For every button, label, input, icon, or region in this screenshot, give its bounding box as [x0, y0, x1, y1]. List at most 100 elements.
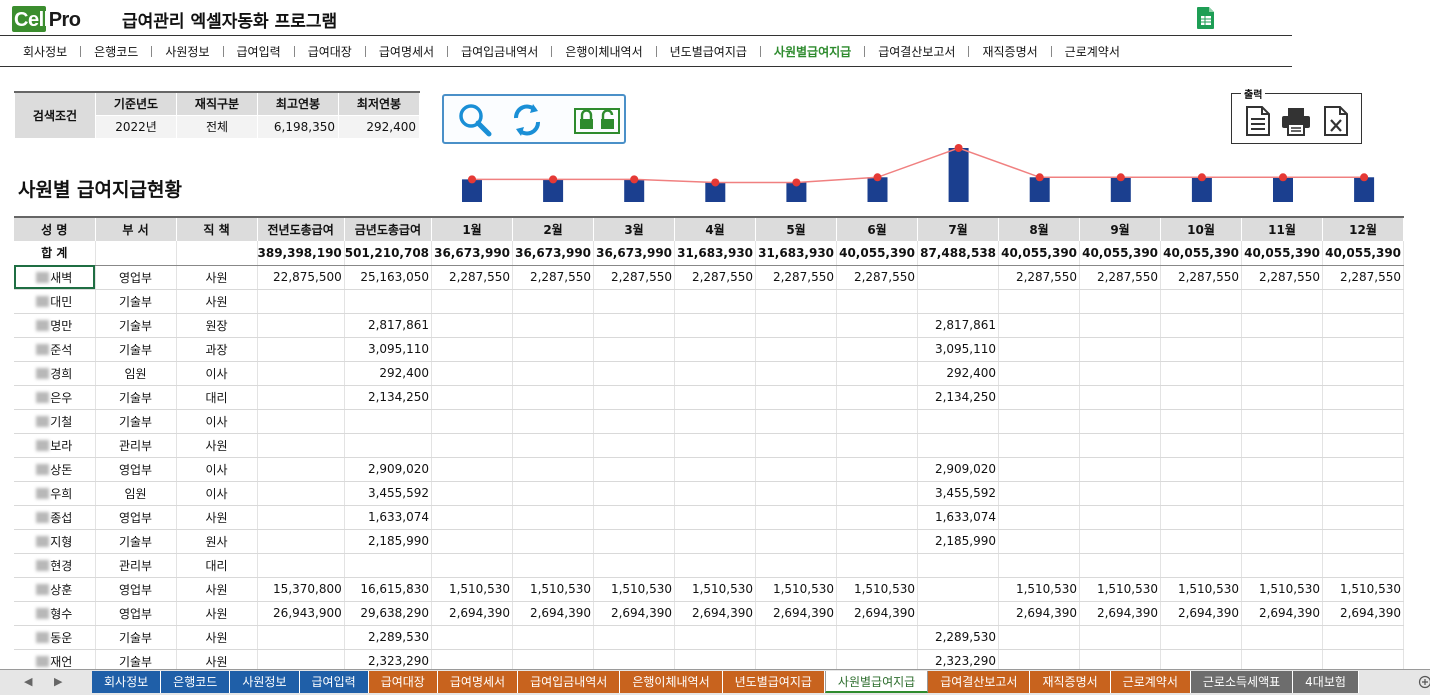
employee-name-cell[interactable]: 상훈	[14, 577, 96, 602]
month-3-cell[interactable]	[593, 481, 676, 506]
employee-cur-total-cell[interactable]: 3,455,592	[344, 481, 433, 506]
month-3-cell[interactable]	[593, 289, 676, 314]
employee-prev-total-cell[interactable]	[257, 361, 345, 386]
month-8-cell[interactable]	[998, 433, 1081, 458]
month-9-cell[interactable]	[1079, 481, 1162, 506]
employee-cur-total-cell[interactable]: 292,400	[344, 361, 433, 386]
employee-cur-total-cell[interactable]: 16,615,830	[344, 577, 433, 602]
month-2-cell[interactable]	[512, 409, 595, 434]
employee-title-cell[interactable]: 대리	[176, 385, 258, 410]
employee-cur-total-cell[interactable]: 2,289,530	[344, 625, 433, 650]
month-1-cell[interactable]	[431, 505, 514, 530]
month-5-cell[interactable]	[755, 361, 838, 386]
month-11-cell[interactable]	[1241, 481, 1324, 506]
month-12-cell[interactable]: 2,287,550	[1322, 265, 1405, 290]
employee-title-cell[interactable]: 사원	[176, 289, 258, 314]
employee-dept-cell[interactable]: 영업부	[95, 601, 177, 626]
month-4-cell[interactable]	[674, 529, 757, 554]
month-2-cell[interactable]	[512, 337, 595, 362]
month-3-cell[interactable]	[593, 385, 676, 410]
month-1-cell[interactable]	[431, 361, 514, 386]
month-9-cell[interactable]	[1079, 553, 1162, 578]
sheet-tab-12[interactable]: 근로계약서	[1110, 671, 1191, 693]
menu-item-4[interactable]: 급여대장	[295, 43, 365, 60]
month-4-cell[interactable]	[674, 481, 757, 506]
tab-next-icon[interactable]: ▶	[54, 675, 62, 688]
employee-prev-total-cell[interactable]	[257, 289, 345, 314]
month-12-cell[interactable]	[1322, 553, 1405, 578]
month-10-cell[interactable]	[1160, 553, 1243, 578]
month-4-cell[interactable]	[674, 409, 757, 434]
employee-name-cell[interactable]: 명만	[14, 313, 96, 338]
month-11-cell[interactable]	[1241, 625, 1324, 650]
month-11-cell[interactable]	[1241, 289, 1324, 314]
month-4-cell[interactable]	[674, 457, 757, 482]
month-7-cell[interactable]	[917, 265, 1000, 290]
month-7-cell[interactable]: 2,817,861	[917, 313, 1000, 338]
employee-cur-total-cell[interactable]: 2,185,990	[344, 529, 433, 554]
month-9-cell[interactable]	[1079, 409, 1162, 434]
month-3-cell[interactable]	[593, 409, 676, 434]
employee-name-cell[interactable]: 상돈	[14, 457, 96, 482]
month-11-cell[interactable]	[1241, 385, 1324, 410]
employee-dept-cell[interactable]: 임원	[95, 361, 177, 386]
month-11-cell[interactable]	[1241, 433, 1324, 458]
month-10-cell[interactable]	[1160, 433, 1243, 458]
month-2-cell[interactable]	[512, 313, 595, 338]
month-6-cell[interactable]	[836, 529, 919, 554]
employee-prev-total-cell[interactable]	[257, 385, 345, 410]
employee-dept-cell[interactable]: 관리부	[95, 553, 177, 578]
employee-name-cell[interactable]: 동운	[14, 625, 96, 650]
employee-name-cell[interactable]: 경희	[14, 361, 96, 386]
month-8-cell[interactable]	[998, 337, 1081, 362]
month-9-cell[interactable]: 1,510,530	[1079, 577, 1162, 602]
menu-item-3[interactable]: 급여입력	[224, 43, 294, 60]
month-12-cell[interactable]	[1322, 505, 1405, 530]
employee-name-cell[interactable]: 지형	[14, 529, 96, 554]
month-1-cell[interactable]	[431, 529, 514, 554]
menu-item-0[interactable]: 회사정보	[10, 43, 80, 60]
month-8-cell[interactable]	[998, 361, 1081, 386]
month-12-cell[interactable]	[1322, 337, 1405, 362]
month-8-cell[interactable]: 1,510,530	[998, 577, 1081, 602]
month-7-cell[interactable]: 1,633,074	[917, 505, 1000, 530]
employee-title-cell[interactable]: 사원	[176, 433, 258, 458]
employee-dept-cell[interactable]: 영업부	[95, 457, 177, 482]
month-7-cell[interactable]: 2,185,990	[917, 529, 1000, 554]
month-6-cell[interactable]	[836, 481, 919, 506]
month-8-cell[interactable]	[998, 457, 1081, 482]
month-4-cell[interactable]	[674, 361, 757, 386]
month-6-cell[interactable]: 2,694,390	[836, 601, 919, 626]
month-9-cell[interactable]	[1079, 313, 1162, 338]
month-12-cell[interactable]	[1322, 409, 1405, 434]
month-10-cell[interactable]	[1160, 313, 1243, 338]
month-11-cell[interactable]	[1241, 361, 1324, 386]
month-12-cell[interactable]	[1322, 433, 1405, 458]
month-4-cell[interactable]	[674, 289, 757, 314]
month-6-cell[interactable]	[836, 409, 919, 434]
month-8-cell[interactable]	[998, 529, 1081, 554]
lock-unlock-icon[interactable]	[574, 102, 620, 138]
month-7-cell[interactable]: 2,134,250	[917, 385, 1000, 410]
employee-name-cell[interactable]: 현경	[14, 553, 96, 578]
month-5-cell[interactable]	[755, 337, 838, 362]
sheet-tab-14[interactable]: 4대보험	[1293, 671, 1359, 693]
employee-dept-cell[interactable]: 영업부	[95, 577, 177, 602]
month-5-cell[interactable]	[755, 625, 838, 650]
month-1-cell[interactable]	[431, 481, 514, 506]
month-10-cell[interactable]	[1160, 409, 1243, 434]
employee-title-cell[interactable]: 사원	[176, 577, 258, 602]
employee-title-cell[interactable]: 과장	[176, 337, 258, 362]
month-12-cell[interactable]	[1322, 385, 1405, 410]
month-6-cell[interactable]	[836, 385, 919, 410]
menu-item-6[interactable]: 급여입금내역서	[448, 43, 551, 60]
menu-item-10[interactable]: 급여결산보고서	[865, 43, 968, 60]
employee-cur-total-cell[interactable]	[344, 289, 433, 314]
month-11-cell[interactable]	[1241, 313, 1324, 338]
menu-item-9[interactable]: 사원별급여지급	[761, 43, 864, 60]
employee-dept-cell[interactable]: 영업부	[95, 265, 177, 290]
month-10-cell[interactable]	[1160, 361, 1243, 386]
employee-dept-cell[interactable]: 관리부	[95, 433, 177, 458]
month-1-cell[interactable]	[431, 433, 514, 458]
month-9-cell[interactable]	[1079, 625, 1162, 650]
